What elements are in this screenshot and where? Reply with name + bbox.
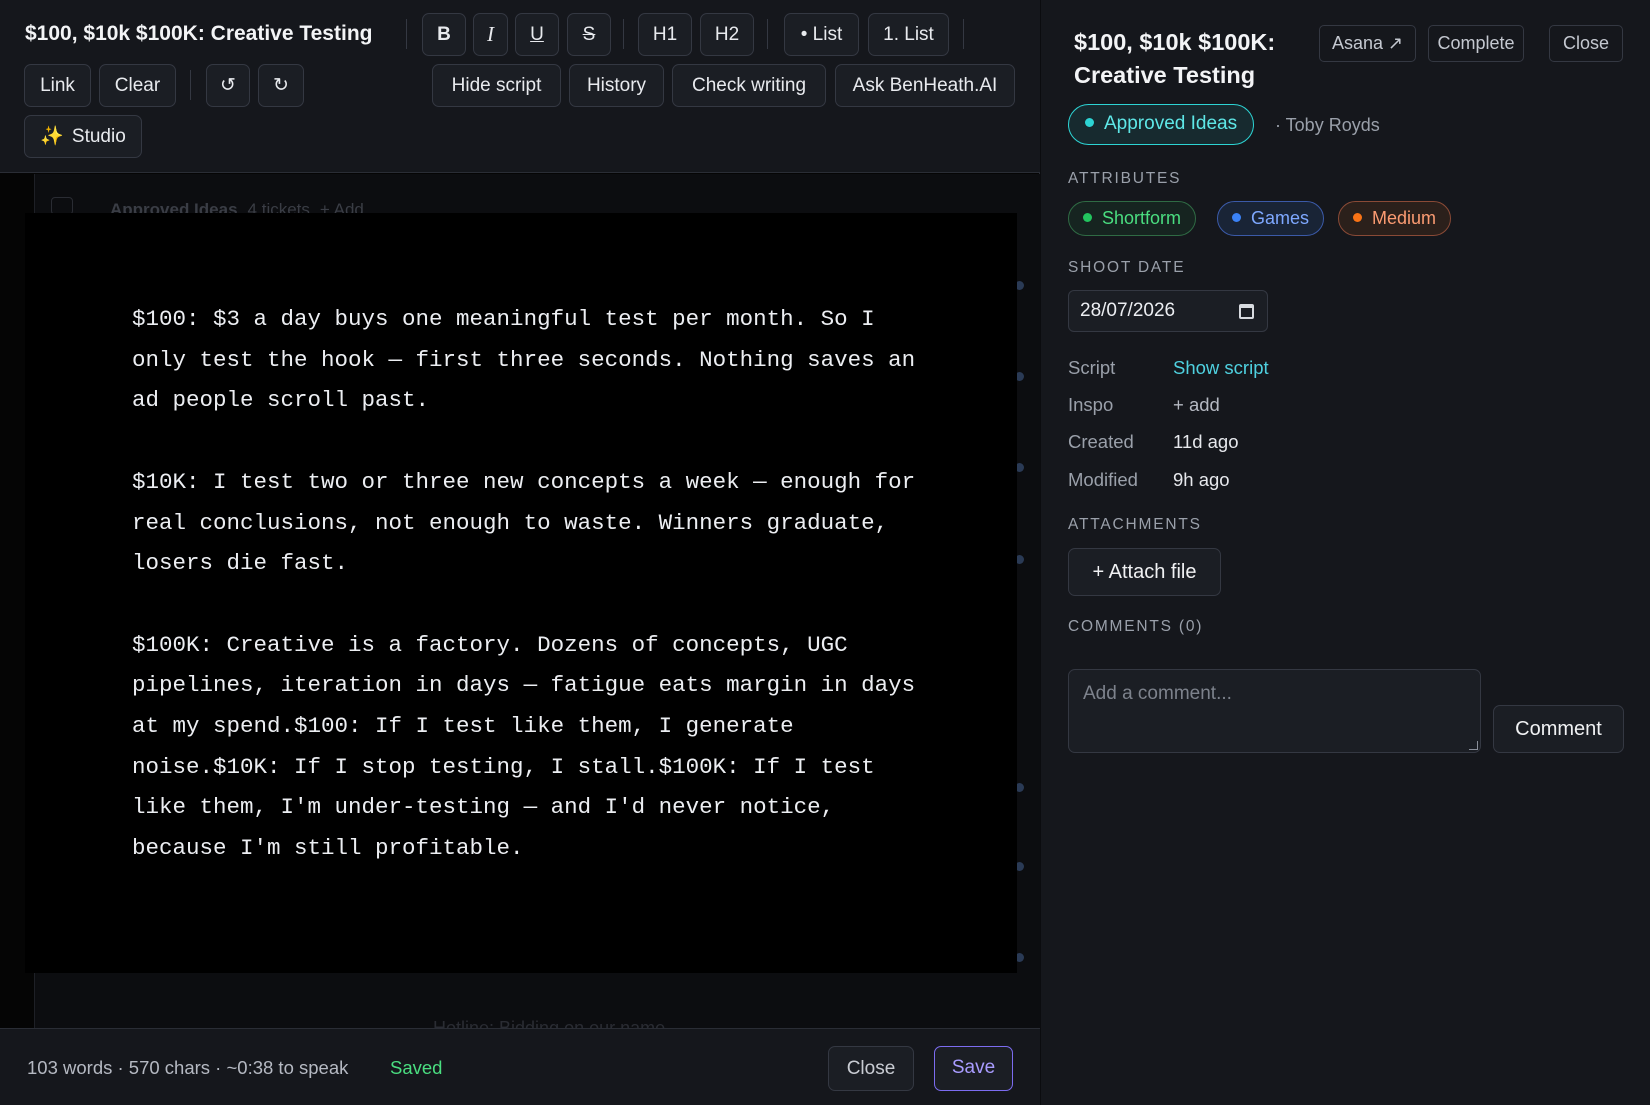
meta-created-value: 11d ago (1173, 431, 1239, 452)
show-script-link[interactable]: Show script (1173, 357, 1269, 379)
link-button[interactable]: Link (24, 64, 91, 107)
attach-file-button[interactable]: + Attach file (1068, 548, 1221, 596)
underline-button[interactable]: U (515, 13, 559, 56)
toolbar-divider (963, 19, 964, 49)
ticket-owner: · Toby Royds (1275, 115, 1380, 135)
meta-created-label: Created (1068, 431, 1134, 452)
editor-save-button[interactable]: Save (934, 1046, 1013, 1091)
editor-title: $100, $10k $100K: Creative Testing (25, 22, 373, 45)
heading2-button[interactable]: H2 (700, 13, 754, 56)
numbered-list-button[interactable]: 1. List (868, 13, 949, 56)
tag-dot-icon (1083, 213, 1092, 222)
resize-handle-icon[interactable] (1469, 741, 1478, 750)
toolbar-divider (767, 19, 768, 49)
toolbar-divider (190, 70, 191, 100)
script-document[interactable]: $100: $3 a day buys one meaningful test … (25, 213, 1017, 973)
add-inspo-link[interactable]: + add (1173, 394, 1220, 416)
heading1-button[interactable]: H1 (638, 13, 692, 56)
word-count-stats: 103 words · 570 chars · ~0:38 to speak (27, 1057, 349, 1078)
ticket-title: $100, $10k $100K: Creative Testing (1074, 29, 1276, 88)
ask-ai-button[interactable]: Ask BenHeath.AI (835, 64, 1015, 107)
meta-inspo-label: Inspo (1068, 394, 1114, 415)
script-paragraph[interactable]: $100K: Creative is a factory. Dozens of … (132, 625, 922, 869)
meta-modified-value: 9h ago (1173, 469, 1230, 490)
sparkle-icon: ✨ (40, 126, 64, 147)
toolbar-divider (623, 19, 624, 49)
editor-toolbar: $100, $10k $100K: Creative Testing B I U… (0, 0, 1040, 173)
attribute-tag-medium[interactable]: Medium (1338, 201, 1452, 236)
studio-button[interactable]: ✨ Studio (24, 115, 142, 158)
script-editor: Approved Ideas4 tickets+ Add Hotline: Bi… (0, 0, 1040, 1105)
comment-submit-button[interactable]: Comment (1493, 705, 1624, 753)
calendar-icon[interactable] (1239, 304, 1254, 319)
comment-input[interactable] (1068, 669, 1481, 753)
undo-icon: ↺ (220, 75, 236, 96)
strikethrough-button[interactable]: S (567, 13, 611, 56)
editor-close-button[interactable]: Close (828, 1046, 914, 1091)
asana-link-button[interactable]: Asana ↗ (1319, 25, 1416, 62)
script-paragraph[interactable]: $100: $3 a day buys one meaningful test … (132, 299, 922, 421)
ticket-detail-panel: $100, $10k $100K: Creative Testing Asana… (1041, 0, 1650, 1105)
meta-modified-label: Modified (1068, 469, 1138, 490)
tag-label: Shortform (1102, 208, 1182, 228)
clear-button[interactable]: Clear (99, 64, 176, 107)
bullet-list-button[interactable]: • List (784, 13, 859, 56)
script-text[interactable]: $100: $3 a day buys one meaningful test … (132, 299, 922, 910)
status-dot-icon (1085, 118, 1094, 127)
redo-icon: ↻ (273, 75, 289, 96)
shoot-date-heading: SHOOT DATE (1068, 259, 1186, 276)
history-button[interactable]: History (569, 64, 664, 107)
tag-dot-icon (1232, 213, 1241, 222)
redo-button[interactable]: ↻ (258, 64, 304, 107)
app-root: Approved Ideas4 tickets+ Add Hotline: Bi… (0, 0, 1650, 1105)
attributes-heading: ATTRIBUTES (1068, 170, 1182, 187)
comments-heading: COMMENTS (0) (1068, 618, 1204, 635)
editor-footer: 103 words · 570 chars · ~0:38 to speak S… (0, 1028, 1040, 1105)
script-paragraph[interactable]: $10K: I test two or three new concepts a… (132, 462, 922, 584)
panel-close-button[interactable]: Close (1549, 25, 1623, 62)
status-label: Approved Ideas (1104, 113, 1238, 134)
tag-dot-icon (1353, 213, 1362, 222)
studio-label: Studio (71, 126, 126, 147)
toolbar-divider (406, 19, 407, 49)
complete-button[interactable]: Complete (1428, 25, 1524, 62)
attachments-heading: ATTACHMENTS (1068, 516, 1202, 533)
attribute-tag-shortform[interactable]: Shortform (1068, 201, 1197, 236)
bold-button[interactable]: B (422, 13, 466, 56)
save-status: Saved (390, 1057, 443, 1078)
attribute-tag-games[interactable]: Games (1217, 201, 1325, 236)
check-writing-button[interactable]: Check writing (672, 64, 826, 107)
status-badge[interactable]: Approved Ideas (1068, 104, 1255, 145)
hide-script-button[interactable]: Hide script (432, 64, 561, 107)
tag-label: Medium (1372, 208, 1437, 228)
shoot-date-value: 28/07/2026 (1080, 300, 1176, 321)
italic-button[interactable]: I (473, 13, 508, 56)
meta-script-label: Script (1068, 357, 1116, 378)
shoot-date-input[interactable]: 28/07/2026 (1068, 290, 1268, 332)
tag-label: Games (1251, 208, 1310, 228)
undo-button[interactable]: ↺ (206, 64, 250, 107)
